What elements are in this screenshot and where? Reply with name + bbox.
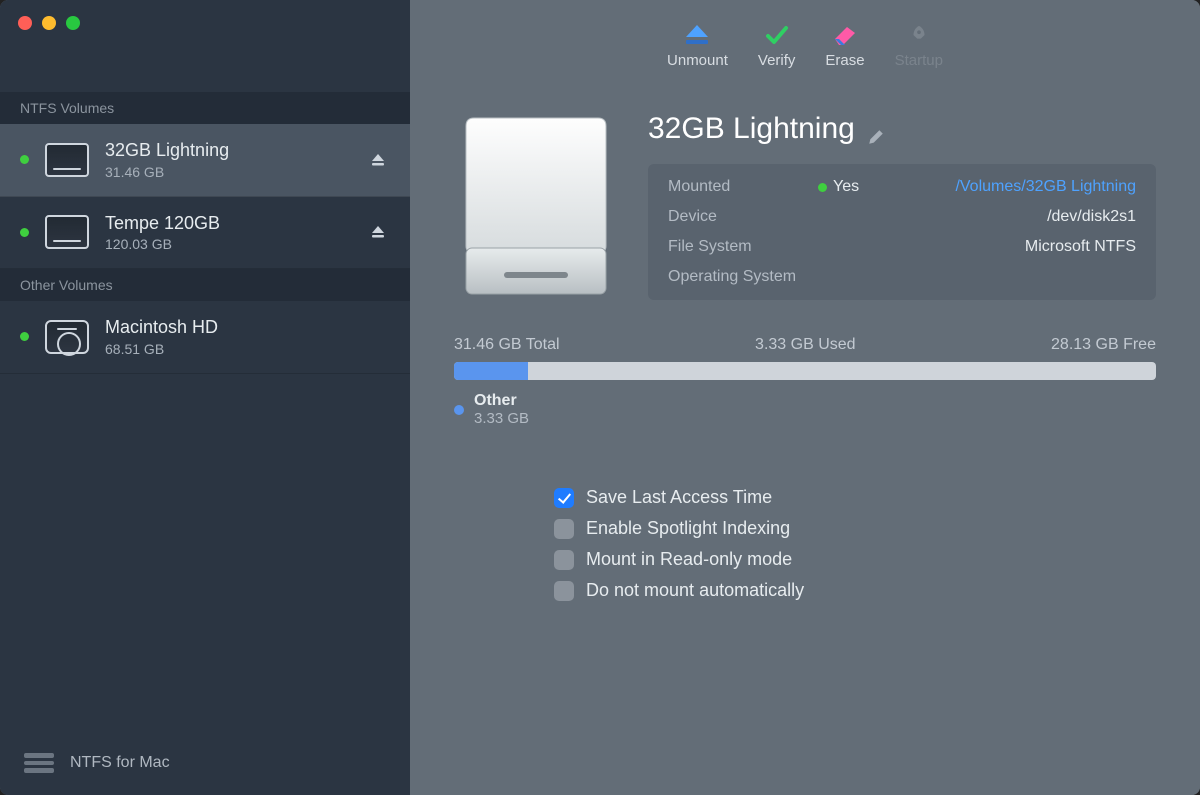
internal-drive-icon — [45, 320, 89, 354]
option-label: Enable Spotlight Indexing — [586, 518, 790, 539]
eject-icon — [370, 224, 386, 240]
toolbar: Unmount Verify Erase Startup — [410, 0, 1200, 92]
status-dot-icon — [20, 332, 29, 341]
usage-bar — [454, 362, 1156, 380]
option-label: Mount in Read-only mode — [586, 549, 792, 570]
volume-title: 32GB Lightning — [648, 112, 855, 146]
info-mounted-value: Yes — [818, 178, 888, 196]
volume-size: 68.51 GB — [105, 341, 390, 357]
option-label: Do not mount automatically — [586, 580, 804, 601]
sidebar-footer: NTFS for Mac — [0, 731, 410, 795]
status-dot-icon — [20, 155, 29, 164]
eject-icon — [370, 152, 386, 168]
toolbar-label: Erase — [825, 52, 864, 69]
erase-button[interactable]: Erase — [825, 24, 864, 69]
pencil-icon — [867, 128, 885, 146]
sidebar: NTFS Volumes 32GB Lightning 31.46 GB Tem… — [0, 0, 410, 795]
sidebar-volume-32gb-lightning[interactable]: 32GB Lightning 31.46 GB — [0, 124, 410, 197]
info-os-label: Operating System — [668, 268, 818, 286]
eraser-icon — [832, 24, 858, 46]
volume-info-panel: Mounted Yes /Volumes/32GB Lightning Devi… — [648, 164, 1156, 300]
info-device-label: Device — [668, 208, 818, 226]
usage-legend: Other 3.33 GB — [454, 392, 1156, 427]
app-logo-icon — [24, 753, 54, 773]
external-drive-icon — [45, 143, 89, 177]
close-window-button[interactable] — [18, 16, 32, 30]
usage-used: 3.33 GB Used — [755, 336, 856, 354]
option-no-auto-mount[interactable]: Do not mount automatically — [554, 580, 1156, 601]
option-spotlight-indexing[interactable]: Enable Spotlight Indexing — [554, 518, 1156, 539]
usage-section: 31.46 GB Total 3.33 GB Used 28.13 GB Fre… — [454, 336, 1156, 427]
eject-icon — [684, 24, 710, 46]
unmount-button[interactable]: Unmount — [667, 24, 728, 69]
info-mounted-label: Mounted — [668, 178, 818, 196]
volume-size: 120.03 GB — [105, 236, 350, 252]
toolbar-label: Unmount — [667, 52, 728, 69]
app-window: NTFS Volumes 32GB Lightning 31.46 GB Tem… — [0, 0, 1200, 795]
info-fs-value: Microsoft NTFS — [888, 238, 1136, 256]
usage-bar-fill — [454, 362, 528, 380]
startup-button: Startup — [895, 24, 943, 69]
sidebar-section-other: Other Volumes — [0, 269, 410, 301]
status-dot-icon — [818, 183, 827, 192]
legend-name: Other — [474, 392, 529, 410]
option-label: Save Last Access Time — [586, 487, 772, 508]
minimize-window-button[interactable] — [42, 16, 56, 30]
main-panel: Unmount Verify Erase Startup — [410, 0, 1200, 795]
status-dot-icon — [20, 228, 29, 237]
fullscreen-window-button[interactable] — [66, 16, 80, 30]
usage-free: 28.13 GB Free — [1051, 336, 1156, 354]
external-drive-icon — [45, 215, 89, 249]
legend-dot-icon — [454, 405, 464, 415]
info-mounted-path[interactable]: /Volumes/32GB Lightning — [888, 178, 1136, 196]
content-area: 32GB Lightning Mounted Yes /Volumes/32GB… — [410, 92, 1200, 601]
volume-options: Save Last Access Time Enable Spotlight I… — [454, 487, 1156, 601]
info-fs-label: File System — [668, 238, 818, 256]
rocket-icon — [906, 24, 932, 46]
option-save-access-time[interactable]: Save Last Access Time — [554, 487, 1156, 508]
toolbar-label: Startup — [895, 52, 943, 69]
sidebar-volume-macintosh-hd[interactable]: Macintosh HD 68.51 GB — [0, 301, 410, 374]
window-titlebar — [0, 0, 410, 92]
checkmark-icon — [764, 24, 790, 46]
volume-name: 32GB Lightning — [105, 140, 350, 162]
volume-size: 31.46 GB — [105, 164, 350, 180]
legend-size: 3.33 GB — [474, 410, 529, 427]
eject-button[interactable] — [366, 148, 390, 172]
checkbox-icon — [554, 488, 574, 508]
sidebar-section-ntfs: NTFS Volumes — [0, 92, 410, 124]
volume-name: Tempe 120GB — [105, 213, 350, 235]
volume-name: Macintosh HD — [105, 317, 390, 339]
sidebar-volume-tempe-120gb[interactable]: Tempe 120GB 120.03 GB — [0, 197, 410, 270]
volume-hero-icon — [454, 106, 618, 306]
rename-button[interactable] — [867, 120, 885, 138]
checkbox-icon — [554, 581, 574, 601]
checkbox-icon — [554, 550, 574, 570]
option-readonly-mode[interactable]: Mount in Read-only mode — [554, 549, 1156, 570]
eject-button[interactable] — [366, 220, 390, 244]
usage-total: 31.46 GB Total — [454, 336, 560, 354]
toolbar-label: Verify — [758, 52, 796, 69]
verify-button[interactable]: Verify — [758, 24, 796, 69]
app-name: NTFS for Mac — [70, 754, 170, 772]
checkbox-icon — [554, 519, 574, 539]
volume-title-row: 32GB Lightning — [648, 112, 1156, 146]
info-device-value: /dev/disk2s1 — [888, 208, 1136, 226]
